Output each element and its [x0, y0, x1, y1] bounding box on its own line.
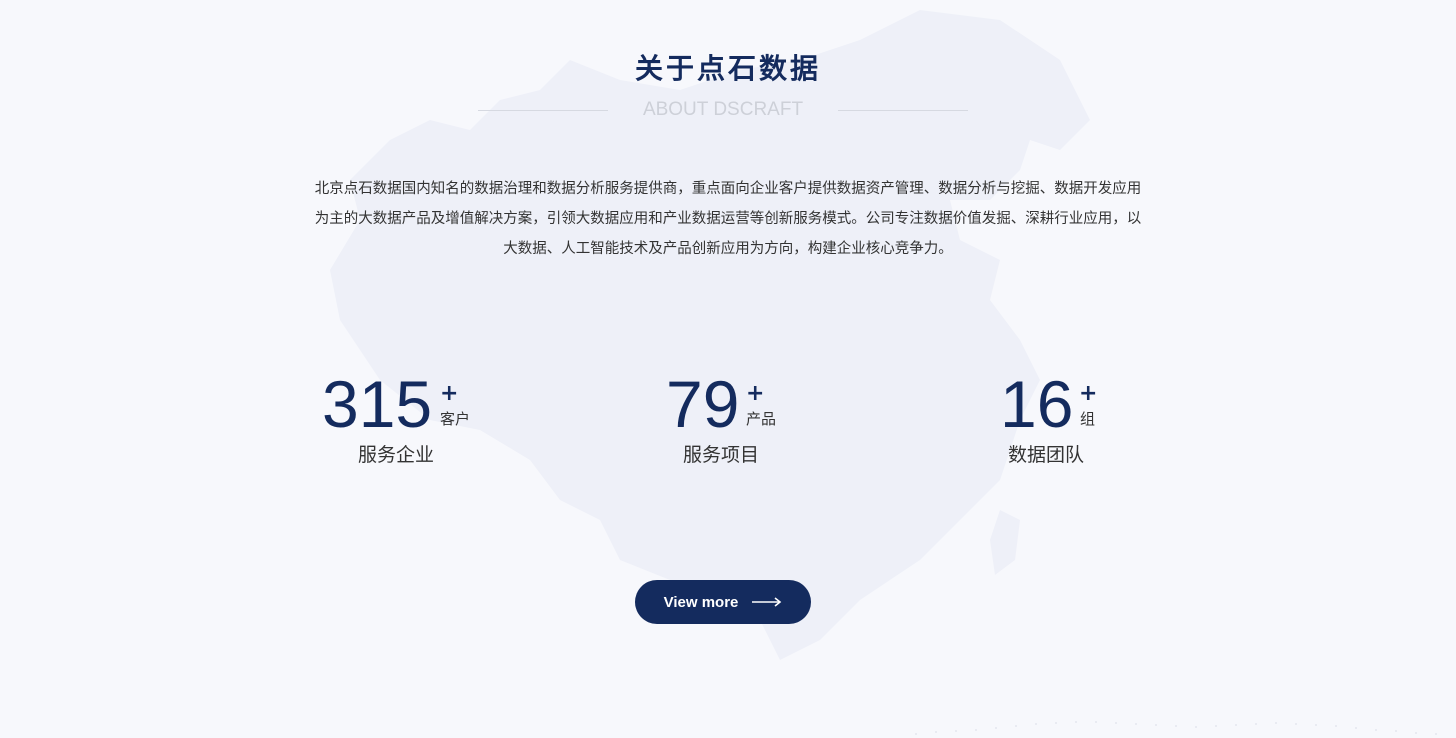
- plus-icon: +: [746, 381, 765, 406]
- about-section: 关于点石数据 ABOUT DSCRAFT 北京点石数据国内知名的数据治理和数据分…: [0, 0, 1456, 738]
- divider-left: [478, 110, 608, 111]
- plus-icon: +: [1079, 381, 1098, 406]
- stat-number: 16: [1000, 367, 1074, 441]
- intro-line: 北京点石数据国内知名的数据治理和数据分析服务提供商，重点面向企业客户提供数据资产…: [314, 181, 1142, 197]
- stat-label: 数据团队: [1008, 444, 1085, 466]
- stat-teams: 16 + 组 数据团队: [1000, 366, 1240, 476]
- stat-unit: 产品: [746, 410, 777, 428]
- section-title: 关于点石数据: [634, 52, 821, 85]
- intro-line: 大数据、人工智能技术及产品创新应用为方向，构建企业核心竞争力。: [503, 241, 953, 257]
- intro-line: 为主的大数据产品及增值解决方案，引领大数据应用和产业数据运营等创新服务模式。公司…: [314, 211, 1142, 227]
- stat-unit: 客户: [440, 410, 471, 428]
- intro-paragraph: 北京点石数据国内知名的数据治理和数据分析服务提供商，重点面向企业客户提供数据资产…: [258, 174, 1198, 264]
- stat-unit: 组: [1080, 410, 1096, 428]
- section-subtitle: ABOUT DSCRAFT: [642, 99, 804, 120]
- arrow-right-icon: [752, 597, 782, 607]
- stat-customers: 315 + 客户 服务企业: [322, 366, 562, 476]
- dot-wave-decoration: [915, 721, 1437, 735]
- stat-label: 服务项目: [683, 444, 760, 466]
- subtitle-row: ABOUT DSCRAFT: [478, 98, 968, 122]
- stat-number: 315: [322, 367, 433, 441]
- stat-label: 服务企业: [358, 444, 435, 466]
- stat-number: 79: [666, 367, 740, 441]
- view-more-button[interactable]: View more: [635, 580, 811, 624]
- plus-icon: +: [440, 381, 459, 406]
- divider-right: [838, 110, 968, 111]
- stat-products: 79 + 产品 服务项目: [666, 366, 906, 476]
- view-more-label: View more: [663, 593, 739, 611]
